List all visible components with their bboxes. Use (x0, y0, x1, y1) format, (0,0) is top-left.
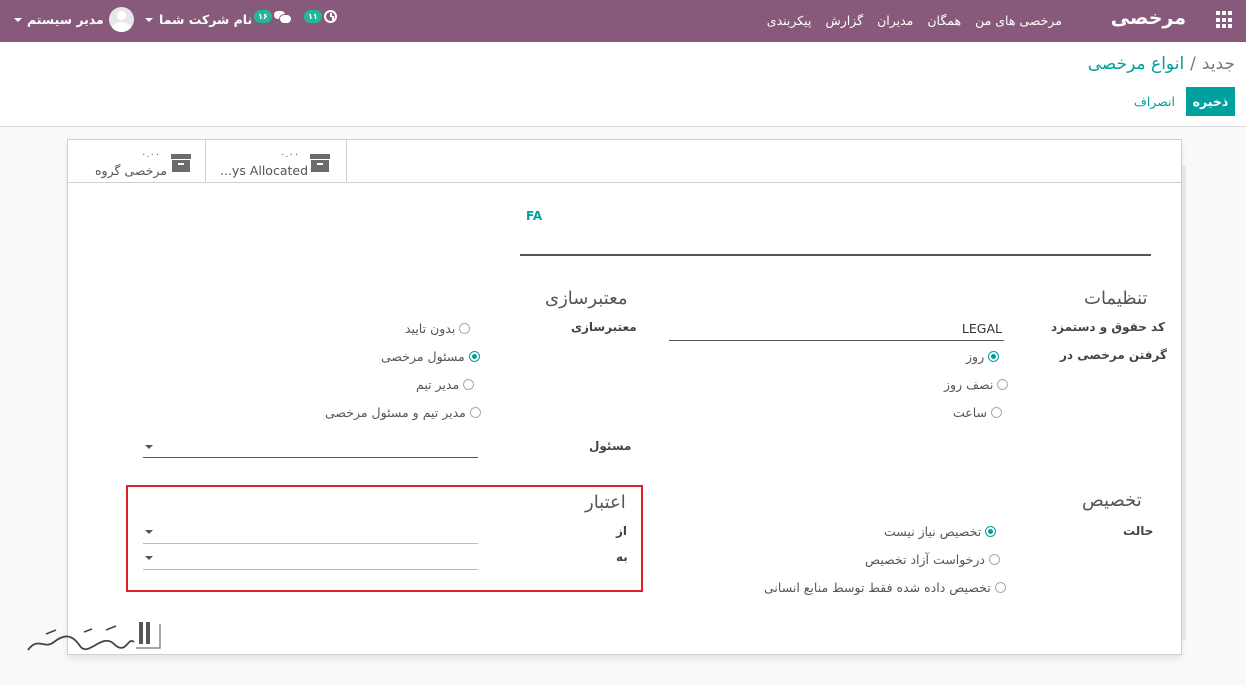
radio-label: درخواست آزاد تخصیص (865, 552, 985, 567)
name-input-underline (520, 254, 1151, 256)
menu-item-my-leaves[interactable]: مرخصی های من (975, 13, 1062, 28)
save-button[interactable]: ذخیره (1186, 87, 1235, 116)
radio-label: تخصیص داده شده فقط توسط منابع انسانی (764, 580, 991, 595)
avatar (108, 7, 134, 32)
smart-button-group-leaves[interactable]: ۰.۰۰ مرخصی گروه (68, 140, 206, 182)
breadcrumb-separator: / (1190, 54, 1196, 74)
smart-button-value: ۰.۰۰ (141, 149, 161, 160)
radio-label: مسئول مرخصی (381, 349, 465, 364)
validity-from-label: از (616, 524, 628, 538)
radio-option-hr-allocation[interactable]: تخصیص داده شده فقط توسط منابع انسانی (764, 580, 1006, 595)
chat-icon (273, 10, 292, 24)
radio-icon[interactable] (468, 351, 480, 362)
radio-label: مدیر تیم (416, 377, 460, 392)
chevron-down-icon (145, 556, 153, 560)
user-name: مدیر سیستم (27, 12, 104, 27)
smart-button-label: مرخصی گروه (95, 163, 167, 178)
radio-label: مدیر تیم و مسئول مرخصی (325, 405, 466, 420)
company-switcher[interactable]: نام شرکت شما (145, 12, 252, 27)
clock-icon (323, 10, 337, 23)
chevron-down-icon (145, 17, 153, 22)
validation-heading: معتبرسازی (545, 288, 628, 309)
radio-icon[interactable] (994, 582, 1006, 593)
radio-label: ساعت (953, 405, 988, 420)
chevron-down-icon (14, 17, 22, 22)
radio-label: نصف روز (944, 377, 994, 392)
main-menu: مرخصی های من همگان مدیران گزارش پیکربندی (767, 13, 1062, 28)
payroll-code-label: کد حقوق و دستمزد (1051, 320, 1165, 334)
radio-option-team-leader[interactable]: مدیر تیم (416, 377, 475, 392)
validation-field-label: معتبرسازی (571, 320, 637, 334)
radio-option-hour[interactable]: ساعت (953, 405, 1003, 420)
messages-badge: ۱۶ (254, 10, 272, 23)
app-brand[interactable]: مرخصی (1111, 7, 1186, 29)
watermark-logo (24, 620, 164, 662)
leave-type-name-input[interactable]: FA (526, 209, 542, 223)
settings-heading: تنظیمات (1084, 288, 1148, 309)
radio-icon[interactable] (988, 554, 1000, 565)
sheet-shadow (1182, 166, 1186, 640)
smart-button-value: ۰.۰۰ (280, 149, 300, 160)
apps-grid-icon[interactable] (1216, 11, 1234, 29)
validity-heading: اعتبار (585, 492, 626, 513)
radio-icon[interactable] (991, 407, 1003, 418)
smart-button-days-allocated[interactable]: ۰.۰۰ ...ys Allocated (206, 140, 347, 182)
radio-icon[interactable] (463, 379, 475, 390)
form-sheet: ۰.۰۰ مرخصی گروه ۰.۰۰ ...ys Allocated FA … (67, 139, 1182, 655)
validity-to-select[interactable] (143, 548, 478, 570)
radio-icon[interactable] (997, 379, 1009, 390)
payroll-code-input[interactable]: LEGAL (669, 318, 1004, 341)
menu-item-reporting[interactable]: گزارش (825, 13, 863, 28)
radio-label: روز (966, 349, 985, 364)
validity-from-select[interactable] (143, 522, 478, 544)
archive-icon (310, 154, 330, 172)
responsible-select[interactable] (143, 436, 478, 458)
radio-option-no-validation[interactable]: بدون تایید (405, 321, 471, 336)
breadcrumb: انواع مرخصی / جدید (1088, 54, 1235, 74)
company-name: نام شرکت شما (159, 12, 253, 27)
radio-icon[interactable] (988, 351, 1000, 362)
chevron-down-icon (145, 445, 153, 449)
allocation-mode-label: حالت (1123, 524, 1154, 538)
radio-option-team-leader-and-officer[interactable]: مدیر تیم و مسئول مرخصی (325, 405, 481, 420)
activities-badge: ۱۱ (304, 10, 322, 23)
menu-item-managers[interactable]: مدیران (877, 13, 913, 28)
radio-label: بدون تایید (405, 321, 456, 336)
allocation-heading: تخصیص (1082, 490, 1142, 511)
menu-item-everyone[interactable]: همگان (927, 13, 961, 28)
chevron-down-icon (145, 530, 153, 534)
radio-option-day[interactable]: روز (966, 349, 1000, 364)
discard-button[interactable]: انصراف (1134, 94, 1175, 109)
radio-icon[interactable] (459, 323, 471, 334)
validity-to-label: به (616, 550, 628, 564)
breadcrumb-parent[interactable]: انواع مرخصی (1088, 54, 1184, 74)
radio-label: تخصیص نیاز نیست (884, 524, 982, 539)
messages-menu[interactable]: ۱۶ (254, 10, 292, 24)
radio-option-no-allocation[interactable]: تخصیص نیاز نیست (884, 524, 997, 539)
smart-button-label: ...ys Allocated (220, 163, 309, 178)
breadcrumb-current: جدید (1201, 54, 1235, 74)
archive-icon (171, 154, 191, 172)
take-leave-label: گرفتن مرخصی در (1060, 348, 1167, 362)
responsible-label: مسئول (589, 439, 632, 453)
menu-item-configuration[interactable]: پیکربندی (767, 13, 812, 28)
top-navbar: مرخصی مرخصی های من همگان مدیران گزارش پی… (0, 0, 1246, 42)
radio-option-free-allocation[interactable]: درخواست آزاد تخصیص (865, 552, 1000, 567)
radio-icon[interactable] (469, 407, 481, 418)
radio-option-leave-officer[interactable]: مسئول مرخصی (381, 349, 480, 364)
smart-buttons-row: ۰.۰۰ مرخصی گروه ۰.۰۰ ...ys Allocated (68, 140, 1181, 183)
activities-menu[interactable]: ۱۱ (304, 10, 337, 23)
user-menu[interactable]: مدیر سیستم (14, 7, 134, 32)
radio-option-half-day[interactable]: نصف روز (944, 377, 1009, 392)
radio-icon[interactable] (985, 526, 997, 537)
